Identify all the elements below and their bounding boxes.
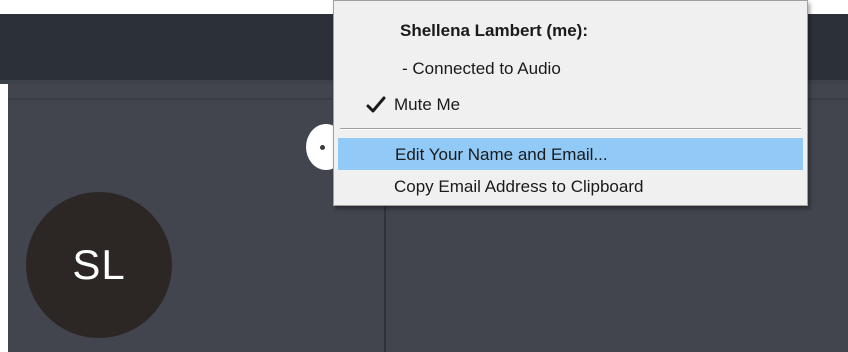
more-options-icon [320, 144, 325, 150]
menu-item-copy-email-label: Copy Email Address to Clipboard [394, 177, 644, 196]
menu-item-copy-email[interactable]: Copy Email Address to Clipboard [338, 171, 803, 203]
meeting-window: SL Shellena Lambert (me): - Connected to… [0, 0, 848, 352]
left-margin [0, 84, 8, 352]
menu-header-participant-name: Shellena Lambert (me): [400, 21, 588, 40]
checkmark-icon [366, 96, 386, 113]
avatar-initials: SL [72, 241, 126, 288]
menu-separator [340, 128, 801, 130]
participant-context-menu: Shellena Lambert (me): - Connected to Au… [333, 0, 808, 206]
menu-audio-status: - Connected to Audio [402, 59, 561, 78]
menu-item-mute-me[interactable]: Mute Me [338, 89, 803, 121]
avatar[interactable]: SL [26, 192, 172, 338]
menu-item-mute-me-label: Mute Me [394, 95, 461, 114]
menu-item-edit-name-email[interactable]: Edit Your Name and Email... [338, 138, 803, 170]
menu-item-edit-name-email-label: Edit Your Name and Email... [395, 145, 608, 164]
